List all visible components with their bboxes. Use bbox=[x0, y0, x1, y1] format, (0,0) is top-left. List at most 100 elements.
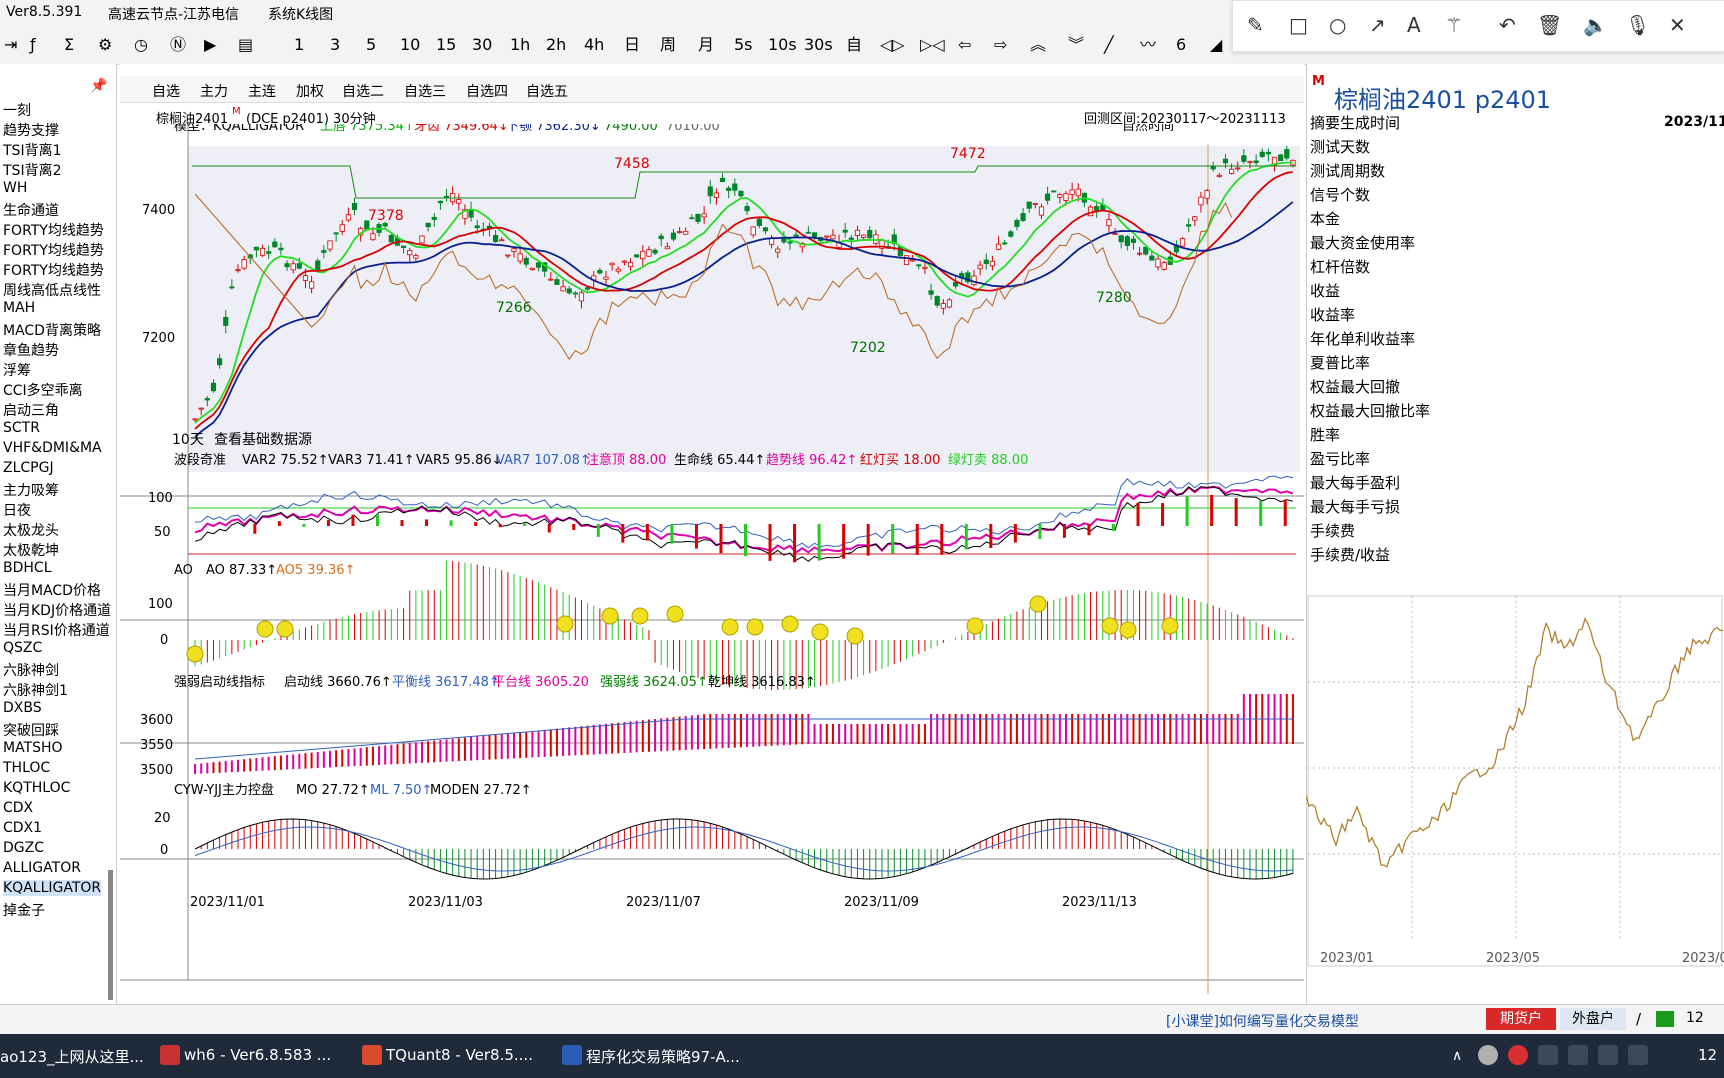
period-30[interactable]: 30 bbox=[472, 36, 492, 54]
sidebar-item[interactable]: KQALLIGATOR bbox=[3, 880, 102, 896]
sidebar-item[interactable]: DGZC bbox=[3, 840, 44, 856]
mic-icon[interactable]: 🎙 bbox=[1625, 13, 1650, 37]
arrow-icon[interactable]: ↗ bbox=[1369, 13, 1386, 37]
period-10[interactable]: 10 bbox=[400, 36, 420, 54]
six-icon[interactable]: 6 bbox=[1176, 36, 1186, 54]
sidebar-item[interactable]: TSI背离2 bbox=[3, 160, 61, 180]
sidebar-item[interactable]: 浮筹 bbox=[3, 360, 31, 380]
futures-account-button[interactable]: 期货户 bbox=[1486, 1008, 1556, 1030]
period-1h[interactable]: 1h bbox=[510, 36, 530, 54]
task-doc[interactable]: 程序化交易策略97-A... bbox=[586, 1046, 740, 1067]
chevron-down-icon[interactable]: ︾ bbox=[1068, 36, 1084, 54]
sidebar-item[interactable]: 掉金子 bbox=[3, 900, 45, 920]
sidebar-item[interactable]: 日夜 bbox=[3, 500, 31, 520]
sidebar-item[interactable]: CDX1 bbox=[3, 820, 42, 836]
task-wh6[interactable]: wh6 - Ver6.8.583 ... bbox=[184, 1046, 331, 1064]
tray-avatar-icon[interactable] bbox=[1478, 1045, 1498, 1065]
sum-icon[interactable]: Σ bbox=[64, 36, 74, 54]
chevron-up-icon[interactable]: ︽ bbox=[1030, 36, 1046, 54]
sidebar-item[interactable]: 章鱼趋势 bbox=[3, 340, 59, 360]
tab-2[interactable]: 主连 bbox=[248, 81, 276, 101]
gear-icon[interactable]: ⚙ bbox=[98, 36, 112, 54]
sidebar-item[interactable]: 主力吸筹 bbox=[3, 480, 59, 500]
circle-icon[interactable]: ○ bbox=[1329, 13, 1346, 37]
sidebar-scrollbar[interactable] bbox=[108, 870, 113, 1000]
kline-chart[interactable]: 7400 7200 100 50 100 0 3600 3550 3500 20… bbox=[120, 124, 1304, 1002]
tray-volume-icon[interactable] bbox=[1628, 1045, 1648, 1065]
rectangle-icon[interactable]: □ bbox=[1289, 13, 1308, 37]
tab-7[interactable]: 自选五 bbox=[526, 81, 568, 101]
sidebar-item[interactable]: 突破回踩 bbox=[3, 720, 59, 740]
ruler-icon[interactable]: ◢ bbox=[1210, 36, 1222, 54]
sidebar-item[interactable]: 当月RSI价格通道 bbox=[3, 620, 110, 640]
sidebar-item[interactable]: QSZC bbox=[3, 640, 42, 656]
formula-icon[interactable]: ƒ bbox=[30, 36, 36, 54]
period-4h[interactable]: 4h bbox=[584, 36, 604, 54]
tab-3[interactable]: 加权 bbox=[296, 81, 324, 101]
expand-icon[interactable]: ◁▷ bbox=[880, 36, 905, 54]
tab-5[interactable]: 自选三 bbox=[404, 81, 446, 101]
sidebar-item[interactable]: KQTHLOC bbox=[3, 780, 70, 796]
sidebar-item[interactable]: SCTR bbox=[3, 420, 40, 436]
sidebar-item[interactable]: DXBS bbox=[3, 700, 42, 716]
text-icon[interactable]: A bbox=[1407, 13, 1421, 37]
sidebar-item[interactable]: 太极乾坤 bbox=[3, 540, 59, 560]
sidebar-item[interactable]: 周线高低点线性 bbox=[3, 280, 101, 300]
doc-icon[interactable]: ▤ bbox=[238, 36, 253, 54]
speaker-icon[interactable]: 🔈 bbox=[1583, 13, 1608, 37]
sidebar-item[interactable]: 六脉神剑 bbox=[3, 660, 59, 680]
undo-icon[interactable]: ↶ bbox=[1499, 13, 1516, 37]
pin-icon[interactable]: 📌 bbox=[90, 78, 107, 94]
magic-wand-icon[interactable]: ⚚ bbox=[1445, 13, 1463, 37]
sidebar-item[interactable]: 六脉神剑1 bbox=[3, 680, 68, 700]
sidebar-item[interactable]: 当月KDJ价格通道 bbox=[3, 600, 111, 620]
tab-0[interactable]: 自选 bbox=[152, 81, 180, 101]
tray-battery-icon[interactable] bbox=[1598, 1045, 1618, 1065]
tab-4[interactable]: 自选二 bbox=[342, 81, 384, 101]
tray-network-icon[interactable] bbox=[1568, 1045, 1588, 1065]
period-month[interactable]: 月 bbox=[698, 36, 714, 54]
tab-6[interactable]: 自选四 bbox=[466, 81, 508, 101]
outer-account-button[interactable]: 外盘户 bbox=[1560, 1008, 1626, 1030]
arrow-left-icon[interactable]: ⇦ bbox=[958, 36, 971, 54]
sidebar-item[interactable]: CCI多空乖离 bbox=[3, 380, 83, 400]
sidebar-item[interactable]: FORTY均线趋势 bbox=[3, 240, 104, 260]
tab-1[interactable]: 主力 bbox=[200, 81, 228, 101]
task-tquant[interactable]: TQuant8 - Ver8.5.... bbox=[386, 1046, 533, 1064]
collapse-icon[interactable]: ▷◁ bbox=[920, 36, 945, 54]
play-icon[interactable]: ▶ bbox=[204, 36, 216, 54]
period-2h[interactable]: 2h bbox=[546, 36, 566, 54]
sidebar-item[interactable]: MACD背离策略 bbox=[3, 320, 101, 340]
task-ao123[interactable]: ao123_上网从这里... bbox=[0, 1046, 144, 1067]
sidebar-item[interactable]: FORTY均线趋势 bbox=[3, 220, 104, 240]
sidebar-item[interactable]: FORTY均线趋势 bbox=[3, 260, 104, 280]
sidebar-item[interactable]: ZLCPGJ bbox=[3, 460, 54, 476]
period-1[interactable]: 1 bbox=[294, 36, 304, 54]
period-week[interactable]: 周 bbox=[660, 36, 676, 54]
sidebar-item[interactable]: THLOC bbox=[3, 760, 50, 776]
sidebar-item[interactable]: MATSHO bbox=[3, 740, 63, 756]
trash-icon[interactable]: 🗑 bbox=[1537, 13, 1562, 37]
sidebar-item[interactable]: 当月MACD价格 bbox=[3, 580, 101, 600]
sidebar-item[interactable]: WH bbox=[3, 180, 27, 196]
sidebar-item[interactable]: 启动三角 bbox=[3, 400, 59, 420]
wave-icon[interactable]: 〰 bbox=[1140, 36, 1156, 54]
sidebar-item[interactable]: 生命通道 bbox=[3, 200, 59, 220]
period-5s[interactable]: 5s bbox=[734, 36, 753, 54]
line-tool-icon[interactable]: ╱ bbox=[1104, 36, 1114, 54]
sidebar-item[interactable]: CDX bbox=[3, 800, 33, 816]
period-custom[interactable]: 自 bbox=[846, 36, 862, 54]
period-30s[interactable]: 30s bbox=[804, 36, 833, 54]
tray-keyboard-icon[interactable] bbox=[1538, 1045, 1558, 1065]
tray-antivirus-icon[interactable] bbox=[1508, 1045, 1528, 1065]
sidebar-item[interactable]: 趋势支撑 bbox=[3, 120, 59, 140]
period-10s[interactable]: 10s bbox=[768, 36, 797, 54]
clock-icon[interactable]: ◷ bbox=[134, 36, 148, 54]
sidebar-item[interactable]: TSI背离1 bbox=[3, 140, 61, 160]
news-icon[interactable]: Ⓝ bbox=[170, 36, 186, 54]
tutorial-link[interactable]: [小课堂]如何编写量化交易模型 bbox=[1166, 1011, 1359, 1031]
arrow-right-icon[interactable]: ⇨ bbox=[994, 36, 1007, 54]
period-15[interactable]: 15 bbox=[436, 36, 456, 54]
pencil-icon[interactable]: ✎ bbox=[1247, 13, 1264, 37]
sidebar-item[interactable]: 太极龙头 bbox=[3, 520, 59, 540]
